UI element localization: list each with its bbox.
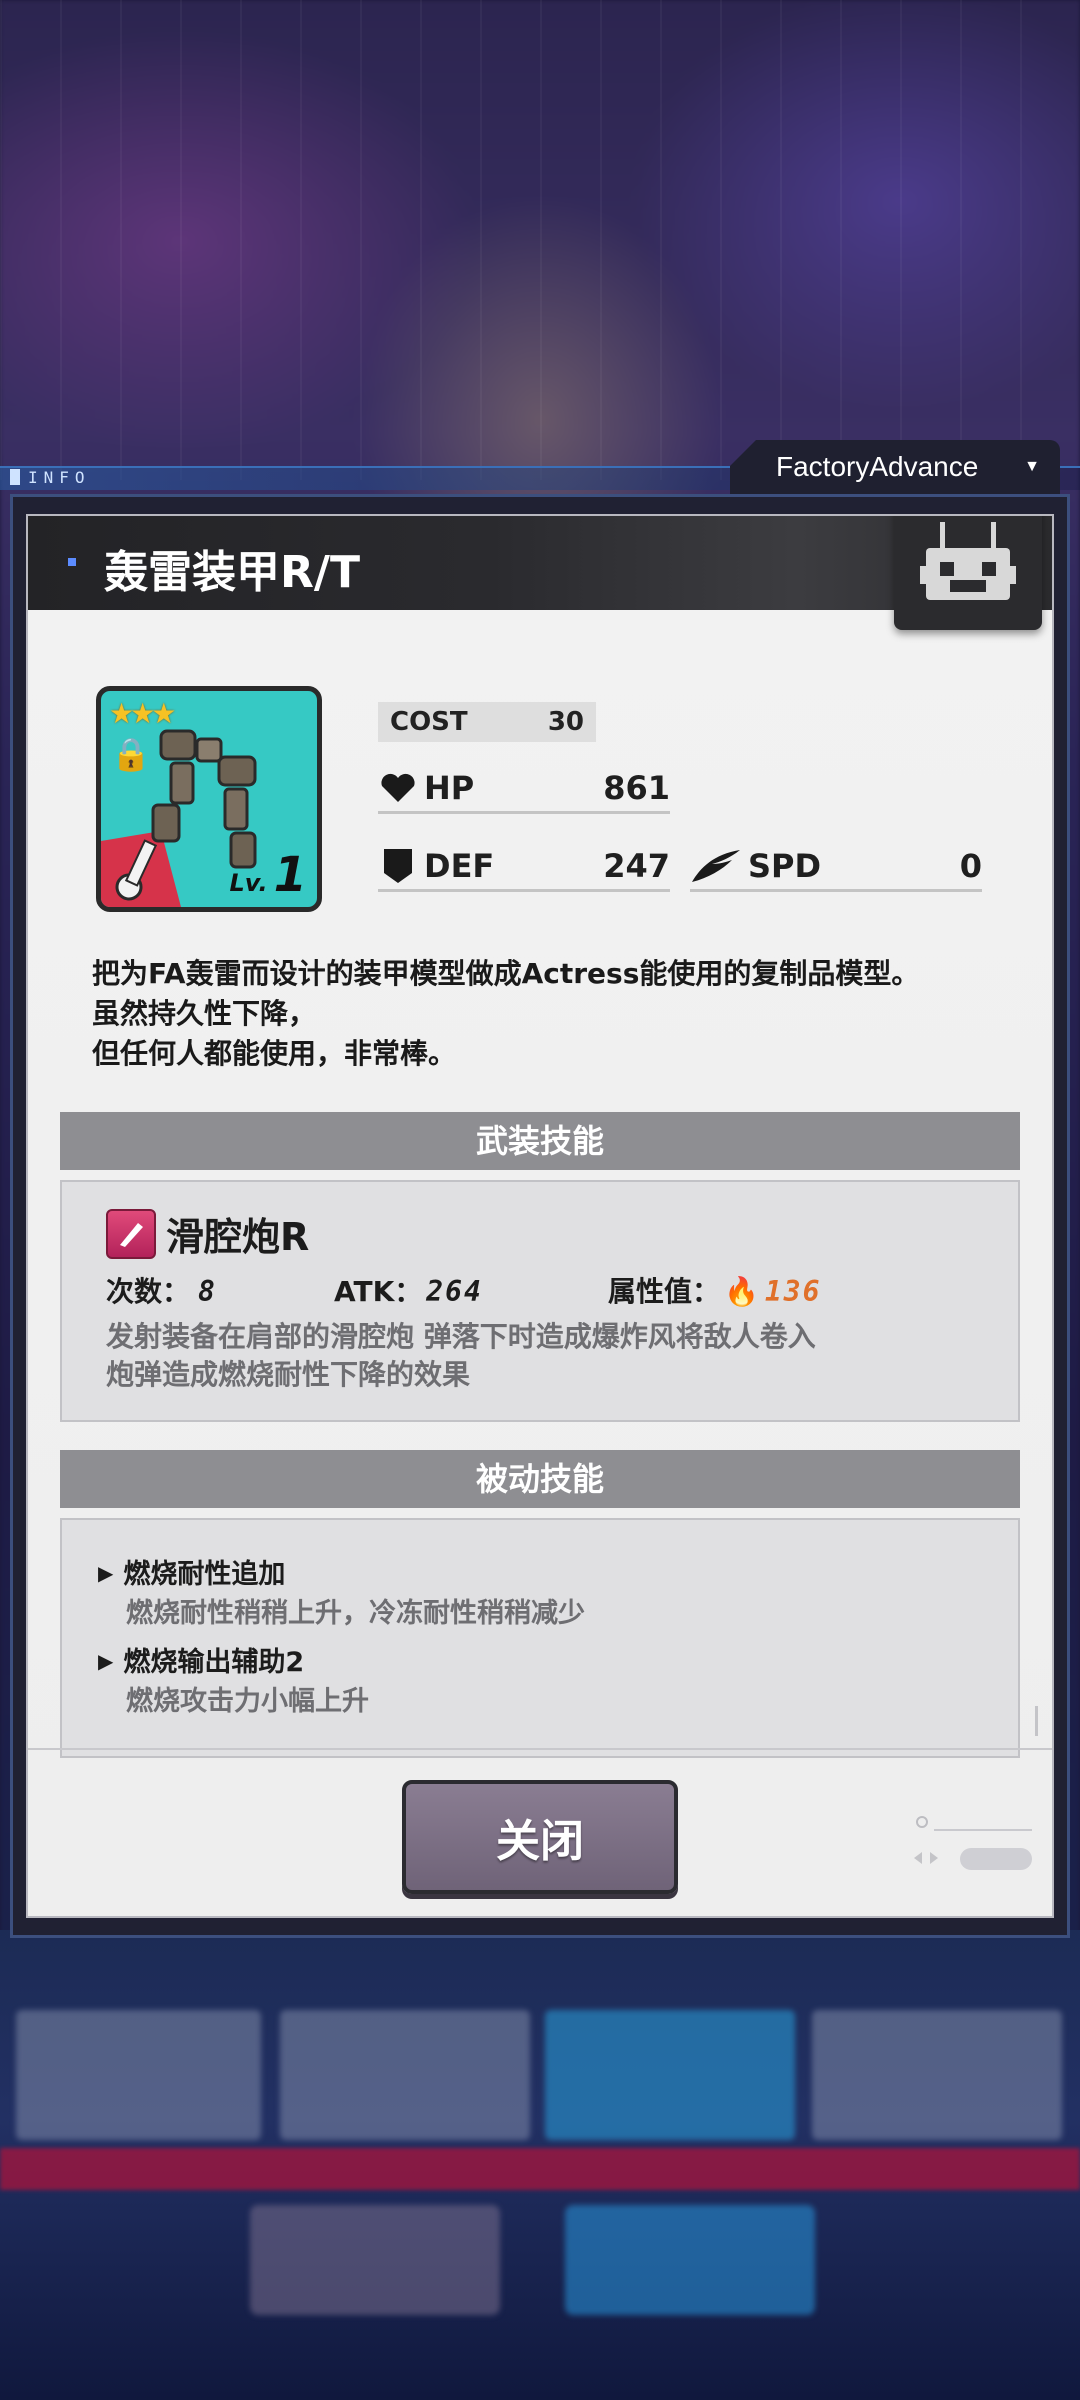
- description-line: 把为FA轰雷而设计的装甲模型做成Actress能使用的复制品模型。: [92, 957, 920, 990]
- info-label: INFO: [10, 468, 91, 487]
- passive-skill-desc: 燃烧耐性稍稍上升，冷冻耐性稍稍减少: [126, 1598, 585, 1629]
- passive-skill-name: 燃烧耐性追加: [98, 1556, 585, 1595]
- weapon-skill-panel: 滑腔炮R 次数： 8 ATK： 264 属性值： 🔥 136 发射装备在肩部的滑腔炮 弹…: [60, 1180, 1020, 1422]
- def-stat: DEF 247: [378, 842, 670, 892]
- passive-skill-item: 燃烧耐性追加 燃烧耐性稍稍上升，冷冻耐性稍稍减少: [98, 1556, 585, 1633]
- passive-skill-header: 被动技能: [60, 1450, 1020, 1508]
- robot-icon: [920, 522, 1016, 600]
- background-card: [280, 2010, 530, 2140]
- item-info-dialog: 轰雷装甲R/T ★★★ 🔒 Lv. 1 COST 30 HP 861 DEF 2…: [26, 514, 1054, 1918]
- weapon-skill-description: 发射装备在肩部的滑腔炮 弹落下时造成爆炸风将敌人卷入 炮弹造成燃烧耐性下降的效果: [106, 1318, 816, 1394]
- item-title: 轰雷装甲R/T: [104, 547, 360, 598]
- hp-value: 861: [603, 768, 670, 807]
- tab-label: FactoryAdvance: [776, 451, 979, 482]
- cost-label: COST: [390, 707, 468, 737]
- passive-skill-panel[interactable]: 燃烧耐性追加 燃烧耐性稍稍上升，冷冻耐性稍稍减少 燃烧输出辅助2 燃烧攻击力小幅…: [60, 1518, 1020, 1758]
- shield-icon: [384, 848, 412, 883]
- hp-label: HP: [424, 768, 475, 807]
- weapon-skill-header: 武装技能: [60, 1112, 1020, 1170]
- description-line: 虽然持久性下降，: [92, 997, 317, 1030]
- background-pattern: [0, 0, 1080, 480]
- close-button[interactable]: 关闭: [402, 1780, 678, 1894]
- attribute-stat: 属性值： 🔥 136: [608, 1275, 822, 1308]
- fire-icon: 🔥: [724, 1275, 759, 1308]
- passive-skill-desc: 燃烧攻击力小幅上升: [126, 1686, 369, 1717]
- def-value: 247: [603, 846, 670, 885]
- passive-skill-item: 燃烧输出辅助2 燃烧攻击力小幅上升: [98, 1644, 369, 1721]
- factory-advance-tab[interactable]: FactoryAdvance ▼: [730, 440, 1060, 494]
- hp-stat: HP 861: [378, 764, 670, 814]
- passive-skill-name: 燃烧输出辅助2: [98, 1644, 369, 1683]
- weapon-skill-title: 滑腔炮R: [166, 1215, 310, 1259]
- background-banner: [0, 2148, 1080, 2190]
- dropdown-caret-icon: ▼: [1024, 458, 1040, 475]
- background-card: [16, 2010, 261, 2140]
- skill-description-line: 炮弹造成燃烧耐性下降的效果: [106, 1358, 471, 1391]
- atk-stat: ATK： 264: [334, 1275, 483, 1308]
- spd-value: 0: [959, 846, 982, 885]
- uses-stat: 次数： 8: [106, 1275, 217, 1308]
- skill-description-line: 发射装备在肩部的滑腔炮 弹落下时造成爆炸风将敌人卷入: [106, 1320, 816, 1353]
- weapon-skill-name: 滑腔炮R: [106, 1206, 309, 1261]
- background-button: [250, 2205, 500, 2315]
- category-badge: [894, 516, 1042, 630]
- header-marker: [68, 558, 76, 566]
- cost-value: 30: [547, 707, 584, 737]
- spd-stat: SPD 0: [690, 842, 982, 892]
- cannon-skill-icon: [106, 1208, 156, 1259]
- scrollbar[interactable]: [1035, 1706, 1038, 1736]
- spd-label: SPD: [748, 846, 822, 885]
- item-portrait[interactable]: ★★★ 🔒 Lv. 1: [96, 686, 322, 912]
- item-level: Lv. 1: [229, 847, 307, 903]
- item-description: 把为FA轰雷而设计的装甲模型做成Actress能使用的复制品模型。 虽然持久性下…: [92, 954, 1012, 1074]
- background-button: [565, 2205, 815, 2315]
- heart-icon: [381, 773, 415, 802]
- wing-icon: [692, 849, 740, 882]
- zoom-control[interactable]: [914, 1816, 1034, 1876]
- footer-divider: [28, 1748, 1052, 1750]
- def-label: DEF: [424, 846, 495, 885]
- background-card: [545, 2010, 795, 2140]
- cost-stat: COST 30: [378, 702, 596, 742]
- description-line: 但任何人都能使用，非常棒。: [92, 1037, 457, 1070]
- background-card: [812, 2010, 1062, 2140]
